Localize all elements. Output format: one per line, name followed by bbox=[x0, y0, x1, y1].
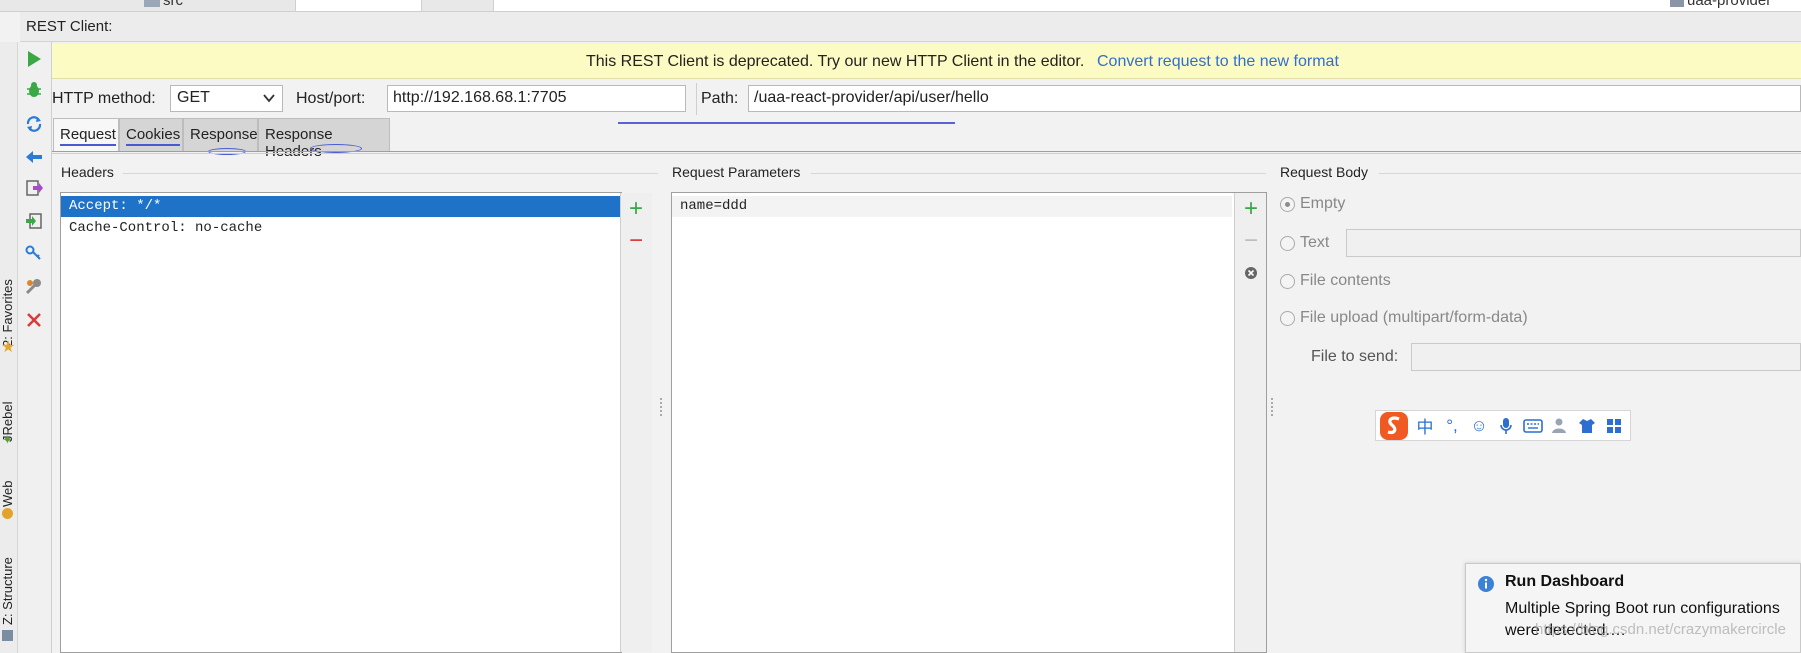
key-icon[interactable] bbox=[24, 244, 44, 264]
header-row[interactable]: Cache-Control: no-cache bbox=[61, 218, 621, 239]
folder-icon bbox=[144, 0, 160, 8]
wrench-icon[interactable] bbox=[24, 276, 44, 296]
body-option-text[interactable]: Text bbox=[1280, 234, 1329, 252]
top-tabs-strip bbox=[0, 0, 1801, 12]
body-text-input[interactable] bbox=[1346, 229, 1801, 257]
export-icon[interactable] bbox=[24, 178, 44, 198]
smile-icon[interactable]: ☺ bbox=[1468, 415, 1490, 437]
params-list[interactable]: name=ddd + − bbox=[671, 192, 1267, 653]
headers-list[interactable]: Accept: */* Cache-Control: no-cache + − bbox=[60, 192, 652, 653]
shirt-icon[interactable] bbox=[1576, 415, 1598, 437]
body-option-file-contents[interactable]: File contents bbox=[1280, 272, 1391, 290]
web-icon bbox=[2, 508, 13, 519]
file-to-send-label: File to send: bbox=[1311, 348, 1399, 365]
run-icon[interactable] bbox=[24, 49, 44, 69]
chevron-down-icon[interactable] bbox=[262, 91, 276, 105]
microphone-icon[interactable] bbox=[1495, 415, 1517, 437]
splitter-handle[interactable] bbox=[1271, 398, 1275, 416]
add-icon[interactable]: + bbox=[625, 197, 647, 221]
radio-icon bbox=[1280, 235, 1295, 251]
remove-icon[interactable]: − bbox=[625, 229, 647, 253]
host-label: Host/port: bbox=[296, 90, 366, 107]
tab-request[interactable]: Request bbox=[53, 118, 119, 151]
add-icon[interactable]: + bbox=[1240, 197, 1262, 221]
method-value: GET bbox=[177, 89, 210, 106]
window-title: REST Client: bbox=[26, 18, 113, 35]
section-divider bbox=[1379, 173, 1801, 174]
keyboard-icon[interactable] bbox=[1522, 415, 1544, 437]
ime-punctuation[interactable]: °, bbox=[1441, 415, 1463, 437]
import-icon[interactable] bbox=[24, 211, 44, 231]
convert-request-link[interactable]: Convert request to the new format bbox=[1097, 53, 1339, 71]
clear-icon[interactable] bbox=[1240, 262, 1262, 284]
tab-divider bbox=[52, 153, 1801, 154]
headers-button-column bbox=[620, 193, 652, 652]
back-icon[interactable] bbox=[24, 147, 44, 167]
bug-icon[interactable] bbox=[24, 80, 44, 100]
radio-icon bbox=[1280, 310, 1295, 326]
method-label: HTTP method: bbox=[52, 90, 156, 107]
path-divider bbox=[696, 83, 697, 115]
host-value: http://192.168.68.1:7705 bbox=[393, 89, 567, 106]
grid-icon[interactable] bbox=[1603, 415, 1625, 437]
file-to-send-input[interactable] bbox=[1411, 343, 1801, 371]
param-row[interactable]: name=ddd bbox=[672, 196, 1232, 217]
close-icon[interactable] bbox=[24, 310, 44, 330]
side-panel-structure[interactable]: Z: Structure bbox=[0, 557, 15, 625]
tab-response[interactable]: Response bbox=[183, 118, 258, 151]
splitter-handle[interactable] bbox=[660, 398, 664, 416]
annotation-underline bbox=[618, 122, 955, 124]
notification-title: Run Dashboard bbox=[1505, 573, 1625, 590]
body-option-file-upload[interactable]: File upload (multipart/form-data) bbox=[1280, 309, 1528, 327]
sync-icon[interactable] bbox=[24, 114, 44, 134]
body-title: Request Body bbox=[1280, 164, 1368, 180]
radio-icon bbox=[1280, 196, 1295, 212]
structure-icon bbox=[2, 630, 13, 641]
header-row[interactable]: Accept: */* bbox=[61, 196, 621, 217]
radio-icon bbox=[1280, 273, 1295, 289]
section-divider bbox=[811, 173, 1266, 174]
path-input[interactable]: /uaa-react-provider/api/user/hello bbox=[748, 85, 1801, 112]
info-icon bbox=[1477, 575, 1495, 597]
module-icon bbox=[1670, 0, 1684, 8]
banner-message: This REST Client is deprecated. Try our … bbox=[586, 53, 1085, 70]
watermark: https://blog.csdn.net/crazymakercircle bbox=[1535, 621, 1786, 638]
section-divider bbox=[123, 173, 658, 174]
body-option-empty[interactable]: Empty bbox=[1280, 195, 1345, 213]
sogou-icon[interactable] bbox=[1379, 411, 1409, 441]
tab-divider bbox=[52, 151, 1801, 152]
jrebel-icon: ✦ bbox=[2, 432, 13, 447]
side-panel-web[interactable]: Web bbox=[0, 481, 15, 508]
project-tree-uaa-provider[interactable]: uaa-provider bbox=[1670, 0, 1771, 9]
user-icon[interactable] bbox=[1549, 415, 1571, 437]
path-label: Path: bbox=[701, 90, 739, 107]
host-input[interactable]: http://192.168.68.1:7705 bbox=[387, 85, 686, 112]
headers-title: Headers bbox=[61, 164, 114, 180]
title-bar bbox=[20, 12, 1801, 42]
ime-toolbar: 中 °, ☺ bbox=[1375, 410, 1631, 441]
path-value: /uaa-react-provider/api/user/hello bbox=[754, 89, 989, 106]
star-icon: ★ bbox=[1, 339, 16, 356]
remove-icon[interactable]: − bbox=[1240, 229, 1262, 253]
tab-cookies[interactable]: Cookies bbox=[119, 118, 183, 151]
params-title: Request Parameters bbox=[672, 164, 801, 180]
ime-chinese-mode[interactable]: 中 bbox=[1414, 415, 1436, 437]
project-tree-src[interactable]: src bbox=[144, 0, 183, 9]
